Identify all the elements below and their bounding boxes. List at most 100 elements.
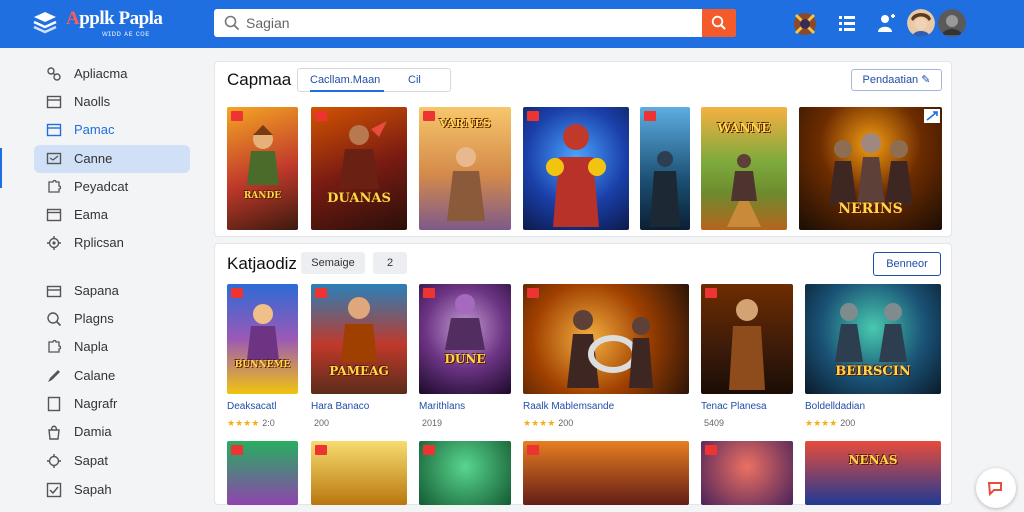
game-title[interactable]: Tenac Planesa <box>701 401 767 412</box>
tab-other[interactable]: Cil <box>408 74 421 86</box>
sidebar-item-naolls[interactable]: Naolls <box>34 88 190 116</box>
catalog-card[interactable]: NENAS <box>805 441 941 505</box>
character-art <box>729 299 765 390</box>
search-icon <box>224 15 240 31</box>
pen-icon <box>48 370 60 382</box>
featured-card[interactable]: RANDE <box>227 107 298 230</box>
filter-chip[interactable]: Semaige <box>301 252 365 274</box>
badge <box>315 445 327 455</box>
sidebar-item-label: Apliacma <box>74 66 128 81</box>
catalog-card[interactable] <box>523 441 689 505</box>
monitor-icon <box>46 123 62 137</box>
card-caption: NENAS <box>848 453 898 467</box>
character-art <box>247 125 279 185</box>
page-chip[interactable]: 2 <box>373 252 407 274</box>
sidebar-item-label: Sapah <box>74 482 112 497</box>
catalog-card[interactable]: DUNE <box>419 284 511 394</box>
catalog-card[interactable]: BUNNEME <box>227 284 298 394</box>
featured-card[interactable]: DUANAS <box>311 107 407 230</box>
featured-tabs: Cacllam.Maan Cil <box>297 68 451 92</box>
share-icon[interactable] <box>924 109 940 123</box>
sidebar-item-sapana[interactable]: Sapana <box>34 277 190 305</box>
catalog-card[interactable] <box>523 284 689 394</box>
sidebar-item-nagrafr[interactable]: Nagrafr <box>34 390 190 418</box>
card-caption: PAMEAG <box>329 364 389 378</box>
card-caption: NERINS <box>838 201 903 217</box>
featured-card[interactable] <box>640 107 690 230</box>
game-title[interactable]: Deaksacatl <box>227 401 276 412</box>
game-title[interactable]: Marithlans <box>419 401 465 412</box>
secondary-avatar[interactable] <box>938 9 966 37</box>
character-art <box>829 133 913 205</box>
user-add-icon[interactable] <box>877 13 897 33</box>
featured-card[interactable]: VARNES <box>419 107 511 230</box>
logo-mark-icon <box>33 12 57 34</box>
sidebar-item-sapat[interactable]: Sapat <box>34 447 190 475</box>
sidebar-item-calane[interactable]: Calane <box>34 362 190 390</box>
badge <box>231 111 243 121</box>
featured-card[interactable]: WANNE <box>701 107 787 230</box>
chat-icon <box>46 152 62 165</box>
search-input[interactable] <box>246 9 696 37</box>
sidebar-item-label: Sapana <box>74 283 119 298</box>
game-rating: 200 <box>314 418 330 428</box>
game-character-icon[interactable] <box>790 9 820 39</box>
sidebar-item-eama[interactable]: Eama <box>34 201 190 229</box>
gear-icon <box>47 236 61 250</box>
sidebar-item-peyadcat[interactable]: Peyadcat <box>34 173 190 201</box>
chat-bubble-icon <box>987 482 1002 497</box>
puzzle-icon <box>48 339 62 353</box>
catalog-card[interactable] <box>701 441 793 505</box>
help-fab[interactable] <box>976 468 1016 508</box>
game-title[interactable]: Boldelldadian <box>805 401 865 412</box>
character-art <box>341 297 377 362</box>
gamepad-icon <box>47 67 61 81</box>
badge <box>231 288 243 298</box>
game-rating: 5409 <box>704 418 725 428</box>
catalog-card[interactable]: PAMEAG <box>311 284 407 394</box>
search-button[interactable] <box>702 9 736 37</box>
catalog-card[interactable] <box>701 284 793 394</box>
game-title[interactable]: Raalk Mablemsande <box>523 401 614 412</box>
badge <box>644 111 656 121</box>
badge <box>705 288 717 298</box>
catalog-action-button[interactable]: Benneor <box>873 252 941 276</box>
catalog-card[interactable]: BEIRSCIN <box>805 284 941 394</box>
tray-icon <box>46 285 62 298</box>
featured-title: Capmaa <box>227 70 292 89</box>
sidebar-item-sapah[interactable]: Sapah <box>34 476 190 504</box>
character-art <box>445 294 485 350</box>
sidebar-item-label: Naolls <box>74 94 111 109</box>
edit-icon: ✎ <box>921 74 931 86</box>
catalog-card[interactable] <box>311 441 407 505</box>
sidebar-item-napla[interactable]: Napla <box>34 333 190 361</box>
tab-active[interactable]: Cacllam.Maan <box>310 74 380 86</box>
catalog-card[interactable] <box>419 441 511 505</box>
sidebar-item-rplicsan[interactable]: Rplicsan <box>34 229 190 257</box>
card-caption: BUNNEME <box>234 360 291 370</box>
catalog-card[interactable] <box>227 441 298 505</box>
featured-card[interactable] <box>523 107 629 230</box>
sidebar-item-pamac[interactable]: Pamac <box>34 116 190 144</box>
catalog-panel: Katjaodiz Semaige 2 Benneor BUNNEME PAME… <box>214 243 952 505</box>
sidebar-item-label: Plagns <box>74 311 114 326</box>
game-rating: ★★★★ 200 <box>805 418 856 428</box>
sidebar-item-apliacma[interactable]: Apliacma <box>34 60 190 88</box>
check-box-icon <box>46 482 62 498</box>
badge <box>315 288 327 298</box>
tab-underline <box>310 90 384 92</box>
sidebar-item-plagns[interactable]: Plagns <box>34 305 190 333</box>
featured-panel: Capmaa Cacllam.Maan Cil Pendaatian ✎ RAN… <box>214 61 952 237</box>
featured-card[interactable]: NERINS <box>799 107 942 230</box>
user-avatar[interactable] <box>907 9 935 37</box>
featured-action-button[interactable]: Pendaatian ✎ <box>851 69 942 91</box>
sidebar-item-damia[interactable]: Damia <box>34 418 190 446</box>
list-menu-icon[interactable] <box>838 14 856 32</box>
sidebar-item-label: Peyadcat <box>74 179 129 194</box>
game-title[interactable]: Hara Banaco <box>311 401 369 412</box>
sidebar-item-canne[interactable]: Canne <box>34 145 190 173</box>
character-art <box>727 154 761 227</box>
app-logo[interactable]: Applk Paplа ᴡɪᴅᴅ ᴀᴇ ᴄᴏᴇ <box>32 8 172 40</box>
puzzle-icon <box>48 179 62 193</box>
sidebar-item-label: Damia <box>74 424 112 439</box>
